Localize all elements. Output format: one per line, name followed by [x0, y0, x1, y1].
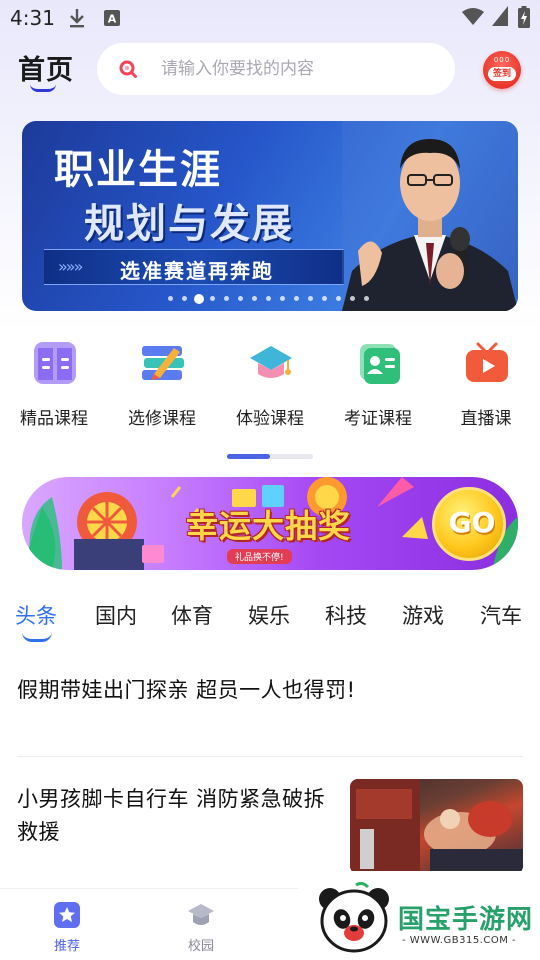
carousel-dot[interactable] [350, 296, 355, 301]
carousel-dot[interactable] [280, 296, 285, 301]
news-thumbnail-image [350, 779, 523, 874]
campus-cap-icon [188, 904, 214, 925]
news-tab-sports[interactable]: 体育 [171, 600, 213, 630]
carousel-dot[interactable] [336, 296, 341, 301]
banner-speaker-image [342, 121, 518, 311]
watermark-title: 国宝手游网 [398, 905, 534, 935]
sign-in-button[interactable]: 000 签到 [483, 51, 521, 89]
battery-charging-icon [518, 6, 530, 28]
tv-play-icon [466, 342, 508, 382]
status-time: 4:31 [10, 6, 55, 30]
category-item-trial[interactable]: 体验课程 [216, 340, 324, 430]
carousel-dot[interactable] [322, 296, 327, 301]
carousel-dot[interactable] [238, 296, 243, 301]
page-title-underline [30, 84, 56, 92]
star-icon [54, 902, 80, 928]
watermark-url: - WWW.GB315.COM - [402, 935, 517, 946]
svg-text:A: A [108, 13, 117, 26]
signal-icon [492, 6, 508, 26]
news-item-title[interactable]: 小男孩脚卡自行车 消防紧急破拆救援 [17, 783, 337, 849]
category-item-live[interactable]: 直播课 [432, 340, 540, 430]
carousel-dot[interactable] [364, 296, 369, 301]
category-item-premium[interactable]: 精品课程 [0, 340, 108, 430]
news-tab-domestic[interactable]: 国内 [95, 600, 137, 630]
carousel-dot[interactable] [168, 296, 173, 301]
search-input[interactable] [161, 54, 431, 84]
category-label: 精品课程 [20, 409, 88, 429]
id-card-icon [360, 344, 400, 384]
site-watermark: 国宝手游网 - WWW.GB315.COM - [298, 871, 540, 960]
keyboard-a-icon: A [104, 10, 120, 26]
carousel-dot[interactable] [224, 296, 229, 301]
banner-ribbon-text: 选准赛道再奔跑 [120, 259, 274, 283]
banner-headline: 职业生涯 [54, 147, 222, 193]
carousel-dot[interactable] [182, 296, 187, 301]
news-divider [17, 756, 523, 757]
nav-label: 推荐 [53, 939, 80, 954]
wifi-icon [462, 8, 484, 25]
news-item-thumbnail[interactable] [350, 779, 523, 874]
carousel-dot[interactable] [252, 296, 257, 301]
lottery-go-label: GO [448, 506, 496, 539]
news-tab-entertainment[interactable]: 娱乐 [248, 600, 290, 630]
status-bar: 4:31 A [0, 0, 540, 36]
carousel-dot[interactable] [266, 296, 271, 301]
news-tab-games[interactable]: 游戏 [402, 600, 444, 630]
download-icon [70, 9, 84, 28]
news-tab-tech[interactable]: 科技 [325, 600, 367, 630]
banner-ribbon: »»» 选准赛道再奔跑 [44, 249, 344, 285]
carousel-dot[interactable] [210, 296, 215, 301]
banner-arrows: »»» [58, 257, 83, 276]
nav-item-campus[interactable]: 校园 [166, 899, 236, 959]
search-bar[interactable] [97, 43, 455, 95]
category-label: 选修课程 [128, 409, 196, 429]
banner-subheadline: 规划与发展 [84, 201, 294, 247]
carousel-dot[interactable] [308, 296, 313, 301]
category-scroll-indicator [227, 454, 313, 459]
lottery-go-button[interactable]: GO [432, 487, 506, 561]
category-label: 直播课 [460, 409, 512, 429]
category-label: 体验课程 [236, 409, 304, 429]
lottery-subtitle: 礼品换不停! [227, 549, 292, 564]
books-pencil-icon [142, 346, 184, 380]
banner-carousel[interactable]: 职业生涯 规划与发展 »»» 选准赛道再奔跑 [22, 121, 518, 311]
panda-logo-icon [319, 881, 389, 953]
news-tab-headlines[interactable]: 头条 [15, 600, 57, 630]
lottery-title: 幸运大抽奖 [186, 507, 352, 545]
category-label: 考证课程 [344, 409, 412, 429]
sign-in-dots: 000 [493, 56, 511, 64]
nav-label: 校园 [187, 939, 214, 954]
lottery-banner[interactable]: 幸运大抽奖 礼品换不停! GO [22, 477, 518, 570]
nav-item-recommend[interactable]: 推荐 [32, 899, 102, 959]
page-title[interactable]: 首页 [18, 48, 74, 87]
news-tab-auto[interactable]: 汽车 [480, 600, 522, 630]
news-tab-underline [22, 632, 52, 642]
sign-in-label: 签到 [488, 67, 516, 81]
category-item-certificate[interactable]: 考证课程 [324, 340, 432, 430]
news-item-title[interactable]: 假期带娃出门探亲 超员一人也得罚! [17, 674, 356, 704]
graduation-cap-icon [250, 346, 292, 378]
category-item-elective[interactable]: 选修课程 [108, 340, 216, 430]
category-scroll-thumb [227, 454, 270, 459]
search-icon [119, 60, 137, 78]
book-icon [34, 342, 76, 384]
carousel-dot[interactable] [194, 294, 204, 304]
carousel-dot[interactable] [294, 296, 299, 301]
